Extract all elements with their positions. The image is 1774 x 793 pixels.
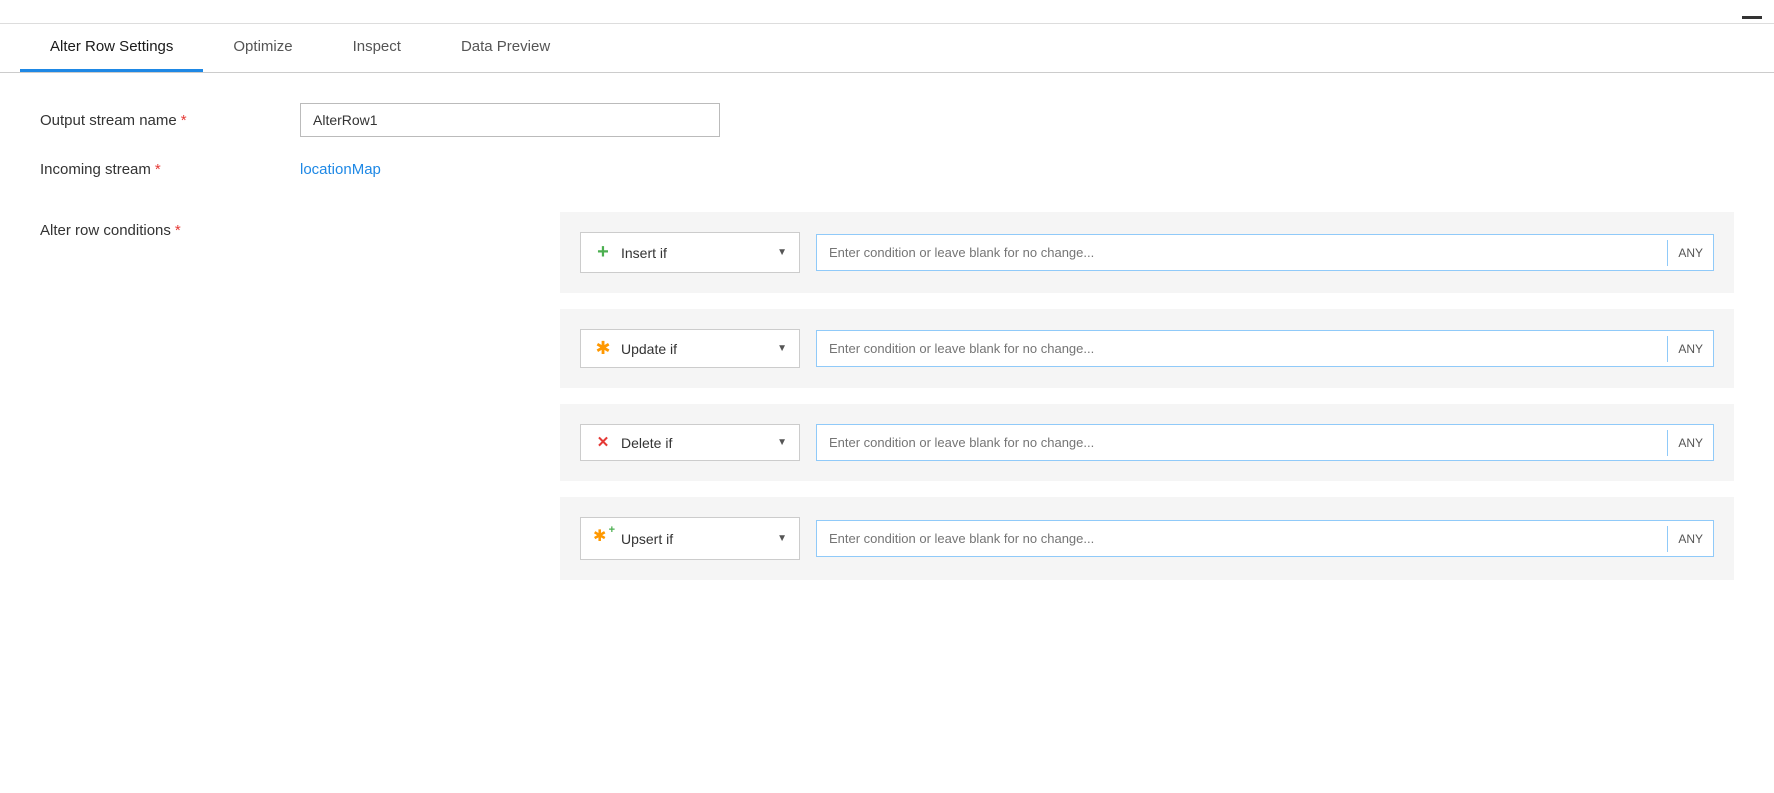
any-badge-insert: ANY <box>1667 240 1713 266</box>
condition-dropdown-insert[interactable]: + Insert if ▼ <box>580 232 800 273</box>
condition-dropdown-upsert[interactable]: ✱ + Upsert if ▼ <box>580 517 800 560</box>
condition-input-delete[interactable] <box>817 425 1667 460</box>
alter-row-conditions-label: Alter row conditions* <box>40 202 300 239</box>
update-icon: ✱ <box>595 338 610 358</box>
any-badge-upsert: ANY <box>1667 526 1713 552</box>
tab-alter-row-settings[interactable]: Alter Row Settings <box>20 24 203 72</box>
output-stream-row: Output stream name* <box>40 103 1734 137</box>
condition-row-insert: + Insert if ▼ ANY <box>560 212 1734 293</box>
condition-input-upsert[interactable] <box>817 521 1667 556</box>
window-topbar <box>0 0 1774 24</box>
insert-dropdown-arrow: ▼ <box>777 247 787 258</box>
output-stream-input[interactable] <box>300 103 720 137</box>
update-dropdown-label: Update if <box>621 341 769 357</box>
insert-dropdown-icon: + <box>593 241 613 264</box>
update-dropdown-icon: ✱ <box>593 338 613 359</box>
condition-row-delete: ✕ Delete if ▼ ANY <box>560 404 1734 481</box>
conditions-section: + Insert if ▼ ANY ✱ Update if ▼ ANY ✕ De… <box>300 212 1734 596</box>
upsert-dropdown-icon: ✱ + <box>593 526 613 551</box>
condition-input-wrap-insert: ANY <box>816 234 1714 271</box>
tab-inspect[interactable]: Inspect <box>323 24 431 72</box>
any-badge-update: ANY <box>1667 336 1713 362</box>
output-stream-required: * <box>181 112 187 129</box>
any-badge-delete: ANY <box>1667 430 1713 456</box>
condition-dropdown-delete[interactable]: ✕ Delete if ▼ <box>580 424 800 461</box>
incoming-stream-required: * <box>155 161 161 178</box>
insert-icon: + <box>597 241 609 263</box>
condition-input-wrap-update: ANY <box>816 330 1714 367</box>
delete-dropdown-label: Delete if <box>621 435 769 451</box>
output-stream-label: Output stream name* <box>40 112 300 129</box>
condition-input-wrap-upsert: ANY <box>816 520 1714 557</box>
tab-bar: Alter Row Settings Optimize Inspect Data… <box>0 24 1774 73</box>
condition-row-update: ✱ Update if ▼ ANY <box>560 309 1734 388</box>
upsert-icon: ✱ + <box>593 526 615 546</box>
minimize-button[interactable] <box>1742 16 1762 19</box>
tab-optimize[interactable]: Optimize <box>203 24 322 72</box>
main-content: Output stream name* Incoming stream* loc… <box>0 73 1774 793</box>
condition-dropdown-update[interactable]: ✱ Update if ▼ <box>580 329 800 368</box>
condition-input-wrap-delete: ANY <box>816 424 1714 461</box>
incoming-stream-row: Incoming stream* locationMap <box>40 161 1734 178</box>
alter-row-conditions-required: * <box>175 222 181 239</box>
delete-icon: ✕ <box>597 434 610 451</box>
condition-input-insert[interactable] <box>817 235 1667 270</box>
incoming-stream-label: Incoming stream* <box>40 161 300 178</box>
incoming-stream-link[interactable]: locationMap <box>300 161 381 178</box>
alter-row-conditions-row: Alter row conditions* + Insert if ▼ ANY … <box>40 202 1734 596</box>
upsert-dropdown-label: Upsert if <box>621 531 769 547</box>
update-dropdown-arrow: ▼ <box>777 343 787 354</box>
condition-row-upsert: ✱ + Upsert if ▼ ANY <box>560 497 1734 580</box>
tab-data-preview[interactable]: Data Preview <box>431 24 580 72</box>
delete-dropdown-arrow: ▼ <box>777 437 787 448</box>
insert-dropdown-label: Insert if <box>621 245 769 261</box>
delete-dropdown-icon: ✕ <box>593 433 613 452</box>
upsert-dropdown-arrow: ▼ <box>777 533 787 544</box>
condition-input-update[interactable] <box>817 331 1667 366</box>
